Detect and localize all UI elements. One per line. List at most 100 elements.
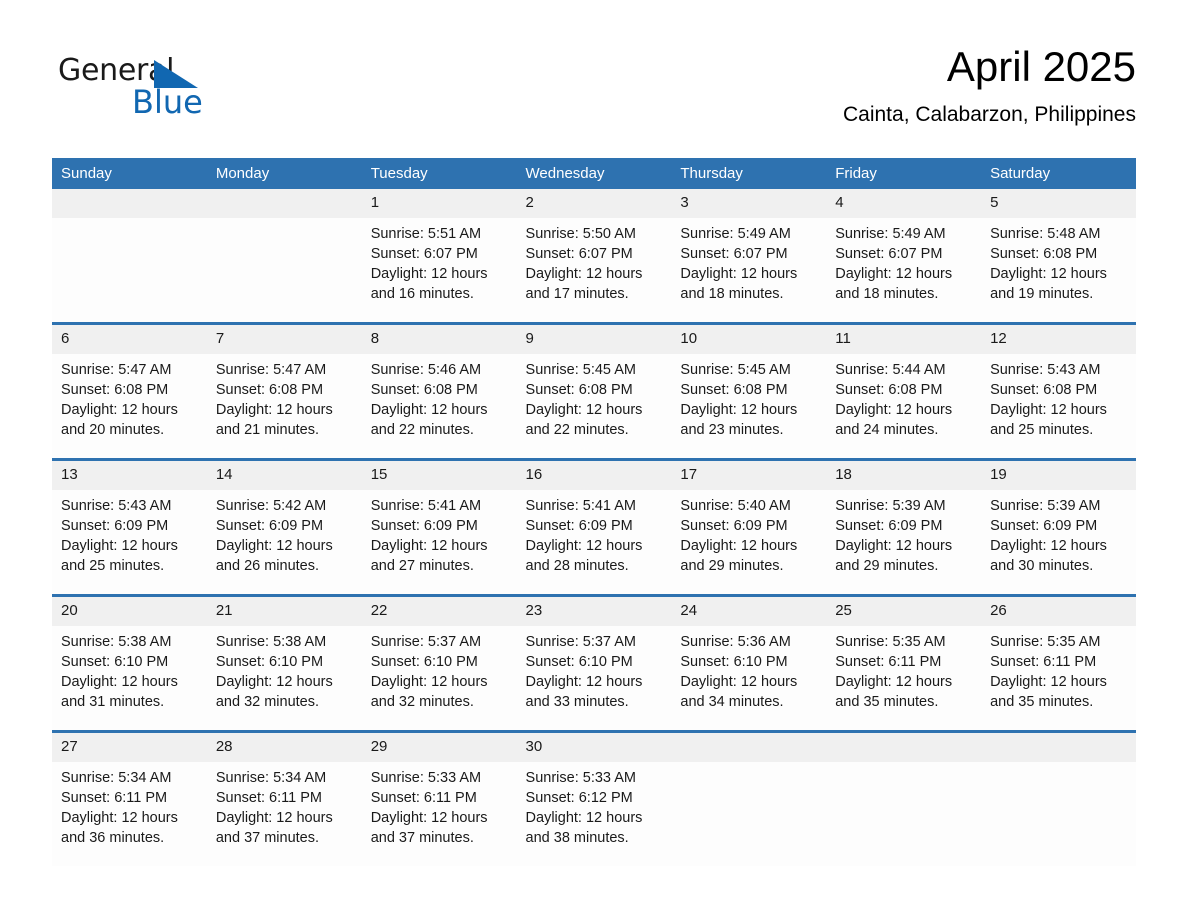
day-number[interactable]: 6 (52, 322, 207, 354)
day-cell[interactable]: Sunrise: 5:45 AM Sunset: 6:08 PM Dayligh… (516, 354, 672, 460)
sunrise-text: Sunrise: 5:33 AM (525, 770, 636, 786)
day-cell[interactable]: Sunrise: 5:35 AM Sunset: 6:11 PM Dayligh… (981, 626, 1136, 732)
daylight-text-line1: Daylight: 12 hours (835, 674, 953, 690)
weekday-header-sunday: Sunday (52, 158, 207, 189)
day-number[interactable]: 27 (52, 730, 207, 762)
day-number[interactable]: 7 (206, 322, 362, 354)
sunset-text: Sunset: 6:11 PM (215, 790, 322, 806)
day-number[interactable]: 20 (52, 594, 207, 626)
sunrise-text: Sunrise: 5:39 AM (835, 498, 946, 514)
day-cell[interactable]: Sunrise: 5:36 AM Sunset: 6:10 PM Dayligh… (671, 626, 827, 732)
day-cell[interactable] (52, 218, 207, 324)
day-number[interactable]: 1 (361, 189, 517, 218)
day-number[interactable]: 16 (516, 458, 672, 490)
day-number[interactable]: 24 (671, 594, 827, 626)
calendar-container: Sunday Monday Tuesday Wednesday Thursday… (52, 158, 1136, 866)
day-cell[interactable]: Sunrise: 5:41 AM Sunset: 6:09 PM Dayligh… (516, 490, 672, 596)
day-number[interactable]: 5 (981, 189, 1136, 218)
sunset-text: Sunset: 6:10 PM (215, 654, 324, 670)
day-cell[interactable]: Sunrise: 5:44 AM Sunset: 6:08 PM Dayligh… (826, 354, 982, 460)
day-cell[interactable] (981, 762, 1136, 866)
weekday-header-saturday: Saturday (981, 158, 1136, 189)
day-cell[interactable] (671, 762, 827, 866)
day-number[interactable]: 21 (206, 594, 362, 626)
day-cell[interactable]: Sunrise: 5:42 AM Sunset: 6:09 PM Dayligh… (206, 490, 362, 596)
day-cell[interactable]: Sunrise: 5:35 AM Sunset: 6:11 PM Dayligh… (826, 626, 982, 732)
daylight-text-line1: Daylight: 12 hours (215, 674, 333, 690)
day-number[interactable]: 26 (981, 594, 1136, 626)
day-number[interactable]: 8 (361, 322, 517, 354)
day-cell[interactable]: Sunrise: 5:34 AM Sunset: 6:11 PM Dayligh… (206, 762, 362, 866)
day-cell[interactable]: Sunrise: 5:38 AM Sunset: 6:10 PM Dayligh… (52, 626, 207, 732)
sunset-text: Sunset: 6:10 PM (680, 654, 788, 670)
day-cell[interactable]: Sunrise: 5:47 AM Sunset: 6:08 PM Dayligh… (206, 354, 362, 460)
weekday-header-friday: Friday (826, 158, 982, 189)
day-number[interactable]: 23 (516, 594, 672, 626)
day-number[interactable] (826, 730, 982, 762)
general-blue-logo[interactable]: General Blue (58, 54, 238, 126)
day-number[interactable]: 11 (826, 322, 982, 354)
day-cell[interactable]: Sunrise: 5:47 AM Sunset: 6:08 PM Dayligh… (52, 354, 207, 460)
day-cell[interactable]: Sunrise: 5:39 AM Sunset: 6:09 PM Dayligh… (826, 490, 982, 596)
day-number[interactable] (671, 730, 827, 762)
day-cell[interactable]: Sunrise: 5:49 AM Sunset: 6:07 PM Dayligh… (826, 218, 982, 324)
day-number[interactable]: 28 (206, 730, 362, 762)
day-number[interactable]: 12 (981, 322, 1136, 354)
day-cell[interactable]: Sunrise: 5:45 AM Sunset: 6:08 PM Dayligh… (671, 354, 827, 460)
day-number[interactable]: 3 (671, 189, 827, 218)
day-number[interactable]: 2 (516, 189, 672, 218)
day-number[interactable]: 22 (361, 594, 517, 626)
day-number[interactable]: 9 (516, 322, 672, 354)
sunset-text: Sunset: 6:07 PM (680, 246, 788, 262)
daylight-text-line2: and 27 minutes. (370, 558, 474, 574)
sunset-text: Sunset: 6:07 PM (525, 246, 633, 262)
day-cell[interactable]: Sunrise: 5:43 AM Sunset: 6:09 PM Dayligh… (52, 490, 207, 596)
sunset-text: Sunset: 6:09 PM (215, 518, 324, 534)
day-cell[interactable]: Sunrise: 5:33 AM Sunset: 6:12 PM Dayligh… (516, 762, 672, 866)
daylight-text-line2: and 37 minutes. (215, 830, 320, 846)
daylight-text-line1: Daylight: 12 hours (990, 266, 1107, 282)
day-number[interactable]: 18 (826, 458, 982, 490)
day-cell[interactable]: Sunrise: 5:39 AM Sunset: 6:09 PM Dayligh… (981, 490, 1136, 596)
day-number[interactable]: 15 (361, 458, 517, 490)
day-cell[interactable]: Sunrise: 5:34 AM Sunset: 6:11 PM Dayligh… (52, 762, 207, 866)
sunrise-text: Sunrise: 5:40 AM (680, 498, 791, 514)
day-number[interactable]: 25 (826, 594, 982, 626)
day-cell[interactable]: Sunrise: 5:43 AM Sunset: 6:08 PM Dayligh… (981, 354, 1136, 460)
day-cell[interactable]: Sunrise: 5:37 AM Sunset: 6:10 PM Dayligh… (516, 626, 672, 732)
day-number[interactable]: 19 (981, 458, 1136, 490)
sunset-text: Sunset: 6:09 PM (525, 518, 633, 534)
day-cell[interactable]: Sunrise: 5:38 AM Sunset: 6:10 PM Dayligh… (206, 626, 362, 732)
day-number[interactable]: 10 (671, 322, 827, 354)
location-subtitle: Cainta, Calabarzon, Philippines (842, 103, 1136, 126)
day-cell[interactable]: Sunrise: 5:46 AM Sunset: 6:08 PM Dayligh… (361, 354, 517, 460)
day-cell[interactable]: Sunrise: 5:40 AM Sunset: 6:09 PM Dayligh… (671, 490, 827, 596)
daylight-text-line1: Daylight: 12 hours (680, 402, 798, 418)
sunrise-text: Sunrise: 5:34 AM (61, 770, 172, 786)
day-cell[interactable]: Sunrise: 5:33 AM Sunset: 6:11 PM Dayligh… (361, 762, 517, 866)
daylight-text-line2: and 36 minutes. (61, 830, 165, 846)
day-number[interactable] (981, 730, 1136, 762)
day-cell[interactable] (206, 218, 362, 324)
day-cell[interactable]: Sunrise: 5:37 AM Sunset: 6:10 PM Dayligh… (361, 626, 517, 732)
daylight-text-line2: and 22 minutes. (370, 422, 474, 438)
day-cell[interactable]: Sunrise: 5:49 AM Sunset: 6:07 PM Dayligh… (671, 218, 827, 324)
day-cell[interactable] (826, 762, 982, 866)
day-number[interactable]: 14 (206, 458, 362, 490)
sunset-text: Sunset: 6:07 PM (835, 246, 943, 262)
day-cell[interactable]: Sunrise: 5:41 AM Sunset: 6:09 PM Dayligh… (361, 490, 517, 596)
day-number[interactable]: 29 (361, 730, 517, 762)
sunset-text: Sunset: 6:08 PM (835, 382, 943, 398)
daylight-text-line1: Daylight: 12 hours (835, 402, 953, 418)
day-number[interactable]: 4 (826, 189, 982, 218)
day-cell[interactable]: Sunrise: 5:50 AM Sunset: 6:07 PM Dayligh… (516, 218, 672, 324)
day-number[interactable]: 13 (52, 458, 207, 490)
day-number[interactable]: 30 (516, 730, 672, 762)
day-number[interactable] (206, 189, 362, 218)
sunrise-text: Sunrise: 5:51 AM (370, 226, 482, 242)
day-cell[interactable]: Sunrise: 5:48 AM Sunset: 6:08 PM Dayligh… (981, 218, 1136, 324)
day-number[interactable] (52, 189, 207, 218)
day-number[interactable]: 17 (671, 458, 827, 490)
day-cell[interactable]: Sunrise: 5:51 AM Sunset: 6:07 PM Dayligh… (361, 218, 517, 324)
daylight-text-line1: Daylight: 12 hours (835, 538, 953, 554)
